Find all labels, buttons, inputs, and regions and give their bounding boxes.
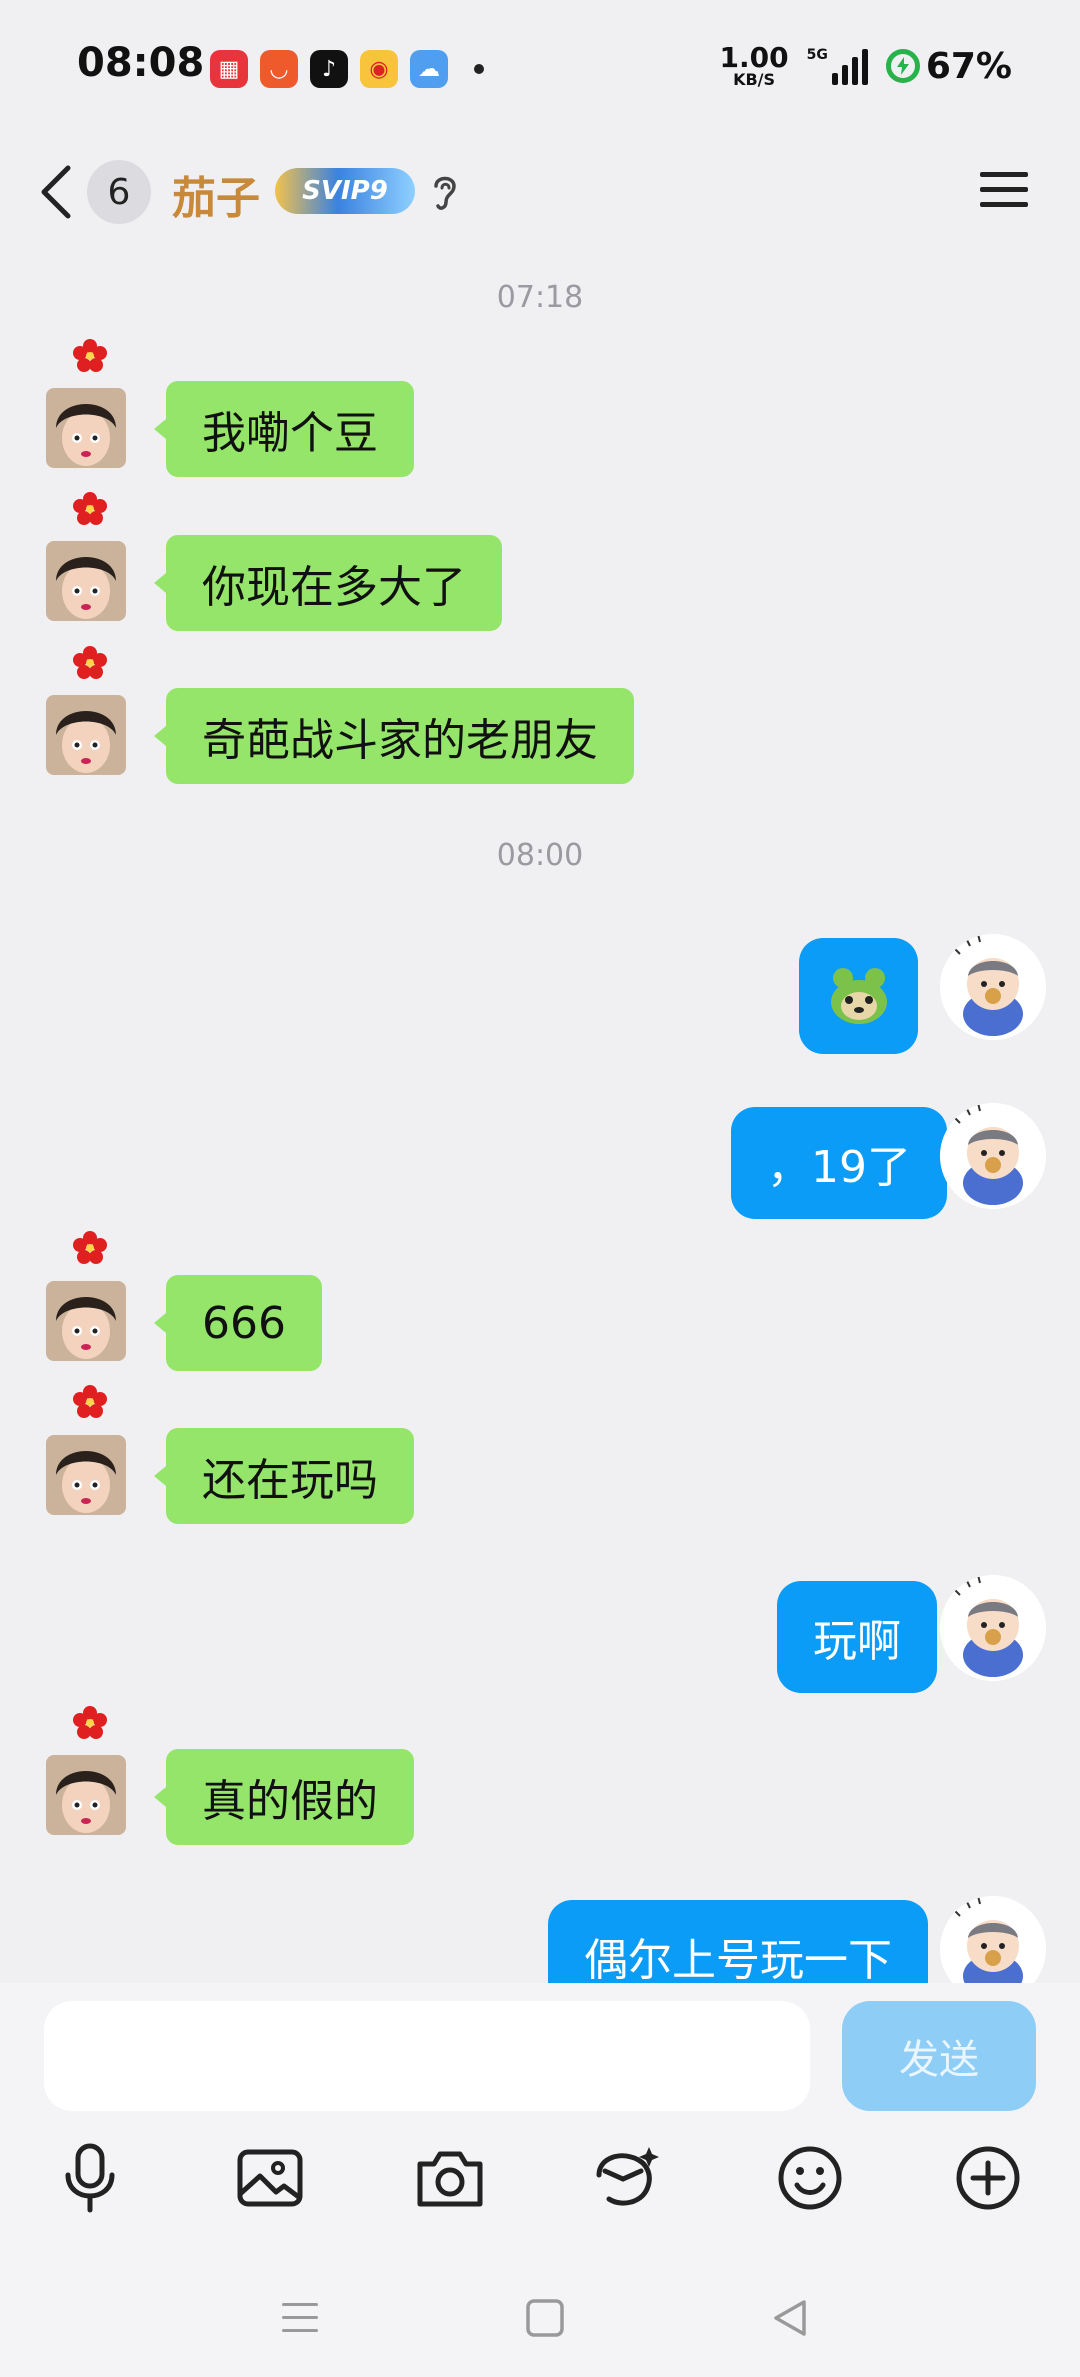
system-back-button[interactable] xyxy=(760,2293,820,2343)
voice-button[interactable] xyxy=(45,2133,135,2223)
magic-face-icon xyxy=(596,2147,659,2206)
vip-badge: SVIP9 xyxy=(275,168,415,214)
microphone-icon xyxy=(65,2143,115,2213)
status-time: 08:08 xyxy=(77,40,205,86)
contact-avatar[interactable] xyxy=(46,541,126,621)
timestamp: 08:00 xyxy=(496,838,584,873)
my-avatar[interactable] xyxy=(940,1575,1046,1681)
incoming-message[interactable]: 你现在多大了 xyxy=(154,535,502,631)
contact-avatar[interactable] xyxy=(46,1435,126,1515)
plus-circle-icon xyxy=(956,2146,1020,2210)
contact-avatar[interactable] xyxy=(46,1281,126,1361)
emoji-button[interactable] xyxy=(765,2133,855,2223)
frog-emoji-icon xyxy=(830,968,887,1024)
photo-button[interactable] xyxy=(225,2133,315,2223)
unread-count-badge[interactable]: 6 xyxy=(87,160,151,224)
flower-icon xyxy=(73,1706,107,1739)
shopping-app-icon: ▦ xyxy=(210,50,248,88)
input-area: 发送 xyxy=(0,1983,1080,2377)
flower-icon xyxy=(73,1385,107,1418)
menu-lines-icon xyxy=(282,2303,318,2332)
outgoing-message[interactable]: 玩啊 xyxy=(777,1581,937,1693)
my-avatar[interactable] xyxy=(940,1103,1046,1209)
outgoing-sticker-message[interactable] xyxy=(799,938,918,1054)
contact-name[interactable]: 茄子 xyxy=(172,162,260,226)
battery-indicator: 67% xyxy=(885,46,1012,87)
notification-icons: ▦ ◡ ♪ ◉ ☁ xyxy=(210,50,484,88)
my-avatar[interactable] xyxy=(940,934,1046,1040)
status-bar: 08:08 ▦ ◡ ♪ ◉ ☁ 1.00 KB/S 5G 67% xyxy=(0,0,1080,140)
system-navigation-bar xyxy=(0,2273,1080,2363)
cell-signal-icon: 5G xyxy=(807,47,868,85)
contact-avatar[interactable] xyxy=(46,695,126,775)
chevron-left-icon xyxy=(41,165,71,219)
more-notifications-dot xyxy=(474,64,484,74)
smiley-icon xyxy=(778,2146,842,2210)
tiktok-icon: ♪ xyxy=(310,50,348,88)
weather-icon: ☁ xyxy=(410,50,448,88)
camera-button[interactable] xyxy=(405,2133,495,2223)
chat-screen: 08:08 ▦ ◡ ♪ ◉ ☁ 1.00 KB/S 5G 67% 6 茄子 SV… xyxy=(0,0,1080,2377)
earpiece-mode-icon[interactable] xyxy=(428,170,462,214)
incoming-message[interactable]: 666 xyxy=(154,1275,322,1371)
input-toolbar xyxy=(0,2133,1080,2233)
recents-button[interactable] xyxy=(270,2293,330,2343)
contact-avatar[interactable] xyxy=(46,1755,126,1835)
status-right: 1.00 KB/S 5G 67% xyxy=(720,44,1013,88)
contact-avatar[interactable] xyxy=(46,388,126,468)
triangle-back-icon xyxy=(774,2300,806,2336)
weibo-icon: ◉ xyxy=(360,50,398,88)
square-icon xyxy=(526,2299,564,2337)
flower-icon xyxy=(73,492,107,525)
image-icon xyxy=(237,2149,303,2207)
sticker-magic-button[interactable] xyxy=(582,2133,672,2223)
incoming-message[interactable]: 还在玩吗 xyxy=(154,1428,414,1524)
camera-icon xyxy=(417,2151,483,2207)
home-button[interactable] xyxy=(515,2293,575,2343)
incoming-message[interactable]: 奇葩战斗家的老朋友 xyxy=(154,688,634,784)
outgoing-message[interactable]: ，19了 xyxy=(731,1107,947,1219)
charging-icon xyxy=(885,49,920,83)
incoming-message[interactable]: 我嘞个豆 xyxy=(154,381,414,477)
menu-button[interactable] xyxy=(978,168,1030,212)
more-button[interactable] xyxy=(943,2133,1033,2223)
send-button[interactable]: 发送 xyxy=(842,2001,1036,2111)
flower-icon xyxy=(73,339,107,372)
hamburger-icon xyxy=(980,172,1028,207)
flower-icon xyxy=(73,646,107,679)
timestamp: 07:18 xyxy=(496,280,584,315)
chat-header: 6 茄子 SVIP9 xyxy=(0,140,1080,240)
flower-icon xyxy=(73,1231,107,1264)
incoming-message[interactable]: 真的假的 xyxy=(154,1749,414,1845)
message-input[interactable] xyxy=(44,2001,810,2111)
back-button[interactable] xyxy=(36,164,80,220)
taobao-app-icon: ◡ xyxy=(260,50,298,88)
network-speed: 1.00 KB/S xyxy=(719,41,789,89)
